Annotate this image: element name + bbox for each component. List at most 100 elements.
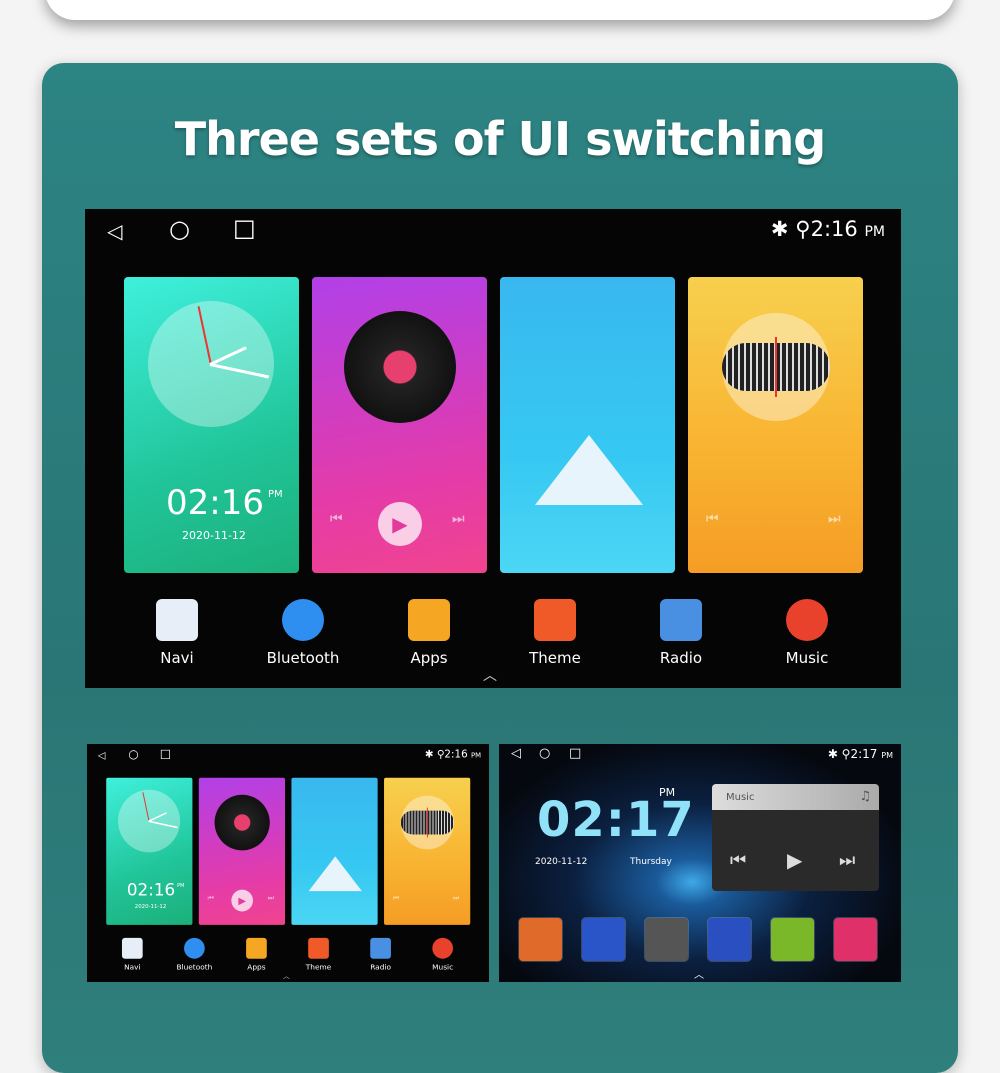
- dock-item-navi[interactable]: Navi: [127, 599, 227, 667]
- small-screen-music-ui: ◁ ○ □ ✱ ⚲2:17 PM 02:17 PM 2020-11-12 Thu…: [499, 744, 901, 982]
- prev-button[interactable]: ⏮: [330, 511, 343, 527]
- dock-item-apps[interactable]: Apps: [379, 599, 479, 667]
- location-icon: ⚲: [795, 217, 811, 241]
- play-button[interactable]: ▶: [378, 502, 422, 546]
- apps-icon[interactable]: [645, 918, 688, 961]
- clock-day: Thursday: [630, 857, 672, 867]
- status-time: ✱ ⚲2:16 PM: [770, 217, 885, 241]
- recent-apps-button[interactable]: □: [233, 214, 256, 242]
- dock-item-music[interactable]: Music: [757, 599, 857, 667]
- clock-ampm: PM: [177, 883, 185, 889]
- prev-button[interactable]: ⏮: [208, 894, 214, 902]
- radio-icon: [370, 937, 391, 959]
- dock-item-navi[interactable]: Navi: [108, 937, 157, 972]
- dock-item-bluetooth[interactable]: Bluetooth: [170, 937, 219, 972]
- dock-label: Apps: [247, 962, 266, 972]
- clock-widget[interactable]: 02:16 PM 2020-11-12: [124, 277, 299, 573]
- dock-label: Radio: [659, 649, 703, 667]
- recent-apps-button[interactable]: □: [160, 746, 171, 760]
- dock-label: Navi: [160, 649, 194, 667]
- status-time: ✱ ⚲2:17 PM: [827, 747, 893, 761]
- music-icon: [786, 599, 828, 641]
- music-note-icon: ♫: [859, 789, 871, 804]
- navi-icon[interactable]: [519, 918, 562, 961]
- vinyl-record-icon: [344, 311, 456, 423]
- dock-label: Music: [785, 649, 829, 667]
- clock-date: 2020-11-12: [535, 857, 588, 867]
- navigation-arrow-icon: [535, 435, 643, 505]
- music-widget[interactable]: ⏮ ▶ ⏭: [312, 277, 487, 573]
- back-button[interactable]: ◁: [511, 746, 521, 761]
- dock-label: Apps: [410, 649, 448, 667]
- clock-widget[interactable]: 02:16 PM 2020-11-12: [106, 777, 193, 925]
- clock-time: 02:17: [537, 792, 695, 848]
- dock-item-radio[interactable]: Radio: [631, 599, 731, 667]
- play-button[interactable]: ▶: [231, 889, 254, 912]
- recent-apps-button[interactable]: □: [569, 746, 581, 761]
- theme-brush-icon: [308, 937, 329, 959]
- dock-label: Radio: [370, 962, 391, 972]
- bluetooth-icon: ✱: [770, 217, 789, 241]
- dock-item-radio[interactable]: Radio: [356, 937, 405, 972]
- dock-label: Theme: [305, 962, 332, 972]
- top-panel: [45, 0, 955, 20]
- bluetooth-phone-icon: [282, 599, 324, 641]
- navigation-widget[interactable]: [291, 777, 378, 925]
- vinyl-record-icon: [214, 794, 270, 851]
- dock-item-theme[interactable]: Theme: [505, 599, 605, 667]
- apps-icon: [246, 937, 267, 959]
- clock-date: 2020-11-12: [182, 529, 246, 542]
- radio-dial-icon: [722, 313, 830, 421]
- radio-widget[interactable]: ⏮ ⏭: [384, 777, 471, 925]
- dock-label: Bluetooth: [176, 962, 213, 972]
- clock-ampm: PM: [268, 489, 283, 500]
- next-station-button[interactable]: ⏭: [453, 894, 459, 902]
- location-icon: ⚲: [436, 747, 445, 760]
- main-screen: ◁ ○ □ ✱ ⚲2:16 PM 02:16 PM 2020-11-12 ⏮ ▶…: [85, 209, 901, 688]
- theme-brush-icon[interactable]: [708, 918, 751, 961]
- analog-clock-icon: [118, 789, 181, 853]
- dock-item-bluetooth[interactable]: Bluetooth: [253, 599, 353, 667]
- music-icon[interactable]: [834, 918, 877, 961]
- dock-label: Music: [432, 962, 454, 972]
- clock-date: 2020-11-12: [134, 903, 167, 910]
- bluetooth-icon: ✱: [424, 747, 434, 760]
- dock-label: Bluetooth: [266, 649, 340, 667]
- small-screen-home: ◁ ○ □ ✱ ⚲2:16 PM 02:16 PM 2020-11-12 ⏮ ▶…: [87, 744, 489, 982]
- drawer-up-icon[interactable]: ︿: [483, 665, 497, 685]
- dock-label: Theme: [529, 649, 581, 667]
- headline: Three sets of UI switching: [174, 112, 826, 166]
- music-widget[interactable]: Music ♫ ⏮ ▶ ⏭: [712, 784, 879, 891]
- dock-item-theme[interactable]: Theme: [294, 937, 343, 972]
- drawer-up-icon[interactable]: ︿: [694, 966, 704, 981]
- home-button[interactable]: ○: [169, 215, 190, 243]
- radio-icon[interactable]: [771, 918, 814, 961]
- bluetooth-phone-icon: [184, 937, 205, 959]
- home-button[interactable]: ○: [539, 746, 550, 761]
- back-button[interactable]: ◁: [107, 219, 122, 243]
- radio-widget[interactable]: ⏮ ⏭: [688, 277, 863, 573]
- bluetooth-phone-icon[interactable]: [582, 918, 625, 961]
- next-button[interactable]: ⏭: [452, 511, 465, 527]
- next-station-button[interactable]: ⏭: [828, 511, 841, 527]
- drawer-up-icon[interactable]: ︿: [283, 971, 290, 981]
- play-button[interactable]: ▶: [787, 848, 802, 872]
- navigation-widget[interactable]: [500, 277, 675, 573]
- clock-time: 02:16: [166, 483, 264, 523]
- radio-icon: [660, 599, 702, 641]
- back-button[interactable]: ◁: [98, 749, 106, 761]
- navi-icon: [121, 937, 143, 959]
- prev-button[interactable]: ⏮: [730, 850, 746, 871]
- prev-station-button[interactable]: ⏮: [393, 894, 399, 902]
- status-time: ✱ ⚲2:16 PM: [424, 747, 482, 760]
- dock-item-music[interactable]: Music: [418, 937, 467, 972]
- music-widget[interactable]: ⏮ ▶ ⏭: [198, 777, 286, 925]
- dock-label: Navi: [124, 962, 141, 972]
- music-widget-title: Music: [712, 784, 879, 810]
- next-button[interactable]: ⏭: [839, 850, 855, 871]
- prev-station-button[interactable]: ⏮: [706, 511, 719, 527]
- home-button[interactable]: ○: [128, 747, 138, 761]
- next-button[interactable]: ⏭: [268, 894, 274, 902]
- dock-item-apps[interactable]: Apps: [232, 937, 281, 972]
- navigation-arrow-icon: [308, 856, 362, 892]
